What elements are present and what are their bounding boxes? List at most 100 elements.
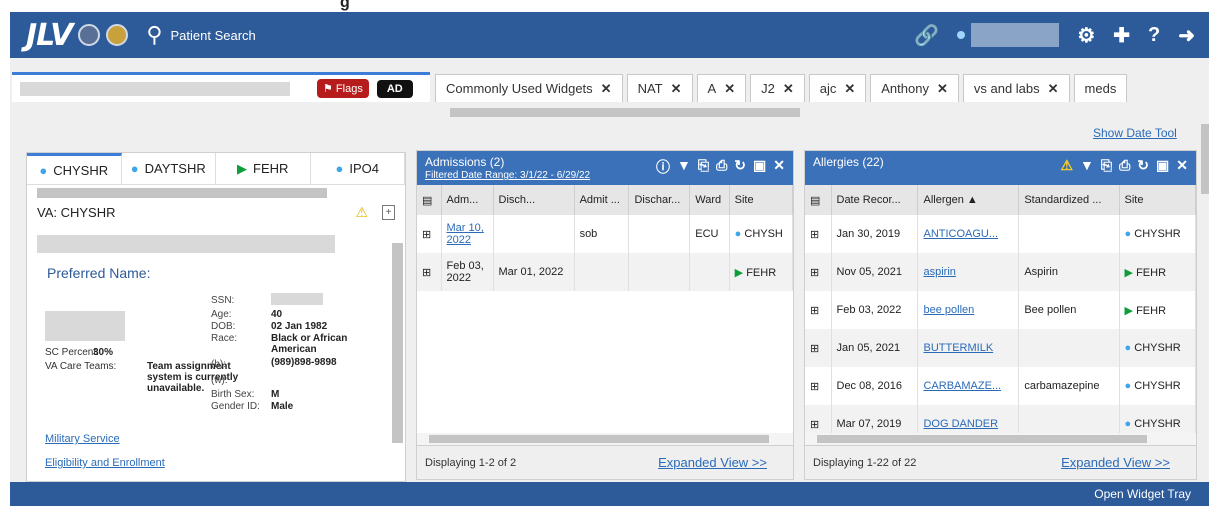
column-header[interactable]: Admit ...	[574, 185, 630, 215]
horizontal-scrollbar[interactable]	[805, 433, 1196, 445]
expanded-view-link[interactable]: Expanded View >>	[658, 455, 767, 470]
date-recorded: Jan 30, 2019	[831, 215, 919, 253]
info-icon[interactable]: ⓘ	[656, 157, 670, 177]
table-row[interactable]: ⊞ Feb 03, 2022 bee pollen Bee pollen ▶ FEHR	[805, 291, 1197, 329]
close-icon[interactable]: ✕	[844, 81, 855, 97]
sort-asc-icon[interactable]: ▲	[967, 194, 978, 206]
tabs-scrollbar[interactable]	[450, 108, 800, 117]
table-row[interactable]: ⊞ Mar 10, 2022 sob ECU ● CHYSH	[417, 215, 794, 253]
page-vscrollbar[interactable]	[1201, 124, 1209, 194]
add-note-icon[interactable]: ⊞	[805, 253, 832, 291]
column-header[interactable]: Standardized ...	[1018, 185, 1120, 215]
close-icon[interactable]: ✕	[1048, 81, 1059, 97]
ad-button[interactable]: AD	[376, 79, 413, 98]
tab-vs-and-labs[interactable]: vs and labs ✕	[962, 74, 1070, 102]
flags-button[interactable]: ⚑ Flags	[317, 79, 369, 98]
horizontal-scrollbar[interactable]	[417, 433, 793, 445]
tab-row: ⚑ Flags AD Commonly Used Widgets ✕ NAT ✕ A…	[10, 58, 1209, 102]
user-name-redacted[interactable]	[971, 23, 1060, 47]
column-header[interactable]: Date Recor...	[831, 185, 919, 215]
column-header[interactable]: Adm...	[441, 185, 494, 215]
site-cell: ▶ FEHR	[1119, 291, 1197, 329]
tab-chyshr[interactable]: ● CHYSHR	[27, 153, 122, 184]
table-row[interactable]: ⊞ Dec 08, 2016 CARBAMAZE... carbamazepine ● …	[805, 367, 1197, 405]
site-tabs-scrollbar[interactable]	[37, 188, 327, 198]
allergen-link[interactable]: CARBAMAZE...	[917, 367, 1020, 405]
filter-icon[interactable]: ▼	[677, 157, 691, 177]
tab-daytshr[interactable]: ● DAYTSHR	[122, 153, 216, 184]
close-icon[interactable]: ✕	[724, 81, 735, 97]
add-note-icon[interactable]: +	[382, 205, 395, 220]
close-icon[interactable]: ✕	[671, 81, 682, 97]
site-dot-icon: ●	[1124, 342, 1132, 354]
tab-commonly-used-widgets[interactable]: Commonly Used Widgets ✕	[435, 74, 623, 102]
eligibility-link[interactable]: Eligibility and Enrollment	[45, 457, 165, 469]
add-note-icon[interactable]: ⊞	[805, 367, 832, 405]
add-note-icon[interactable]: ✚	[1113, 23, 1130, 48]
clipboard-icon[interactable]: ⎘	[698, 157, 709, 177]
tab-anthony[interactable]: Anthony ✕	[870, 74, 959, 102]
warning-icon[interactable]: ⚠	[355, 204, 368, 221]
record-count: Displaying 1-2 of 2	[425, 457, 517, 469]
search-icon[interactable]: ⚲	[146, 22, 162, 48]
show-date-tool-link[interactable]: Show Date Tool	[1093, 126, 1177, 140]
allergen-link[interactable]: bee pollen	[917, 291, 1020, 329]
help-icon[interactable]: ?	[1148, 24, 1160, 47]
patient-search-link[interactable]: Patient Search	[171, 28, 256, 43]
close-icon[interactable]: ✕	[1176, 157, 1188, 174]
expand-icon[interactable]: ▣	[753, 157, 766, 177]
open-widget-tray-button[interactable]: Open Widget Tray	[1094, 487, 1191, 501]
filter-icon[interactable]: ▼	[1080, 157, 1094, 174]
refresh-icon[interactable]: ↻	[1137, 157, 1149, 174]
column-header[interactable]: Disch...	[493, 185, 575, 215]
allergen-link[interactable]: BUTTERMILK	[917, 329, 1020, 367]
preferred-name-label: Preferred Name:	[47, 265, 151, 281]
column-header[interactable]: Dischar...	[628, 185, 691, 215]
print-icon[interactable]: ⎙	[1119, 157, 1130, 174]
allergen-link[interactable]: ANTICOAGU...	[917, 215, 1020, 253]
tab-ajc[interactable]: ajc ✕	[808, 74, 867, 102]
scroll-thumb[interactable]	[817, 435, 1147, 443]
admit-reason: sob	[574, 215, 630, 253]
expand-icon[interactable]: ▣	[1156, 157, 1169, 174]
gear-icon[interactable]: ⚙	[1077, 23, 1095, 48]
scroll-thumb[interactable]	[429, 435, 769, 443]
tab-nat[interactable]: NAT ✕	[626, 74, 693, 102]
logout-icon[interactable]: ➜	[1178, 23, 1195, 48]
add-note-icon[interactable]: ⊞	[417, 215, 442, 253]
play-icon: ▶	[1124, 266, 1133, 279]
column-header[interactable]: Site	[729, 185, 794, 215]
column-header[interactable]: Ward	[689, 185, 730, 215]
tab-fehr[interactable]: ▶ FEHR	[216, 153, 311, 184]
column-header[interactable]: Allergen ▲	[917, 185, 1020, 215]
tab-meds[interactable]: meds	[1073, 74, 1128, 102]
tab-a[interactable]: A ✕	[696, 74, 747, 102]
add-note-icon[interactable]: ⊞	[805, 215, 832, 253]
column-header[interactable]: Site	[1119, 185, 1197, 215]
table-row[interactable]: ⊞ Jan 05, 2021 BUTTERMILK ● CHYSHR	[805, 329, 1197, 367]
patient-tab[interactable]: ⚑ Flags AD	[12, 72, 430, 102]
filter-range-link[interactable]: Filtered Date Range: 3/1/22 - 6/29/22	[425, 170, 590, 181]
admission-date[interactable]: Mar 10, 2022	[441, 215, 494, 253]
table-row[interactable]: ⊞ Feb 03, 2022 Mar 01, 2022 ▶ FEHR	[417, 253, 794, 291]
warning-icon[interactable]: ⚠	[1060, 157, 1073, 174]
table-row[interactable]: ⊞ Nov 05, 2021 aspirin Aspirin ▶ FEHR	[805, 253, 1197, 291]
expanded-view-link[interactable]: Expanded View >>	[1061, 455, 1170, 470]
table-row[interactable]: ⊞ Jan 30, 2019 ANTICOAGU... ● CHYSHR	[805, 215, 1197, 253]
close-icon[interactable]: ✕	[937, 81, 948, 97]
add-note-icon[interactable]: ⊞	[805, 329, 832, 367]
tab-label: ajc	[819, 81, 837, 96]
close-icon[interactable]: ✕	[783, 81, 794, 97]
tab-ipo4[interactable]: ● IPO4	[311, 153, 405, 184]
patient-panel-scrollbar[interactable]	[392, 243, 403, 443]
add-note-icon[interactable]: ⊞	[805, 291, 832, 329]
link-icon[interactable]: 🔗	[914, 23, 939, 48]
tab-j2[interactable]: J2 ✕	[750, 74, 805, 102]
refresh-icon[interactable]: ↻	[734, 157, 746, 177]
allergen-link[interactable]: aspirin	[917, 253, 1020, 291]
clipboard-icon[interactable]: ⎘	[1101, 157, 1112, 174]
add-note-icon[interactable]: ⊞	[417, 253, 442, 291]
print-icon[interactable]: ⎙	[716, 157, 727, 177]
close-icon[interactable]: ✕	[773, 157, 785, 177]
close-icon[interactable]: ✕	[601, 81, 612, 97]
